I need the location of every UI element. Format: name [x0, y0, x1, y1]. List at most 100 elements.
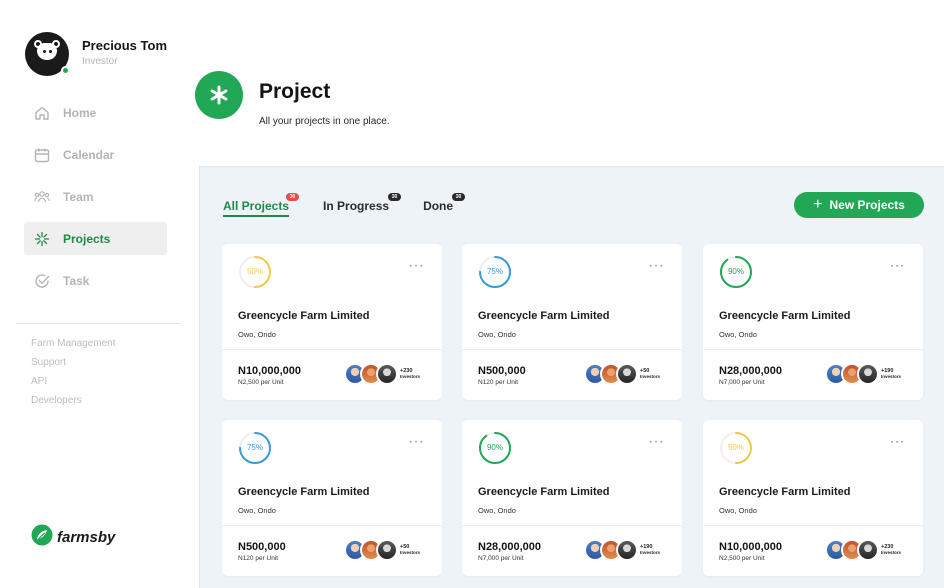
investor-avatars[interactable]: +230 Investors — [825, 539, 901, 561]
home-icon — [33, 104, 51, 122]
tab-in-progress[interactable]: In Progress 30 — [323, 193, 402, 217]
link-farm-management[interactable]: Farm Management — [31, 338, 115, 357]
project-location: Owo, Ondo — [478, 506, 516, 515]
unit-price: N120 per Unit — [478, 379, 519, 386]
more-options-icon[interactable]: ··· — [409, 258, 424, 272]
page-title: Project — [259, 80, 331, 103]
project-name: Greencycle Farm Limited — [238, 310, 370, 322]
sidebar: Precious Tom Investor Home Calendar Team — [0, 0, 190, 588]
sidebar-item-label: Task — [63, 273, 90, 288]
project-card[interactable]: 75% ··· Greencycle Farm Limited Owo, Ondo N5… — [222, 420, 442, 576]
more-options-icon[interactable]: ··· — [890, 258, 905, 272]
calendar-icon — [33, 146, 51, 164]
project-name: Greencycle Farm Limited — [478, 310, 610, 322]
progress-percent: 90% — [486, 443, 503, 452]
progress-ring: 50% — [238, 255, 272, 289]
tab-all-projects[interactable]: All Projects 30 — [223, 193, 300, 217]
progress-ring: 90% — [478, 431, 512, 465]
project-tabs: All Projects 30 In Progress 30 Done 30 — [223, 193, 487, 217]
link-api[interactable]: API — [31, 376, 115, 395]
investor-avatars[interactable]: +190 Investors — [584, 539, 660, 561]
card-divider — [462, 525, 682, 526]
investor-avatars[interactable]: +190 Investors — [825, 363, 901, 385]
task-icon — [33, 272, 51, 290]
project-card[interactable]: 90% ··· Greencycle Farm Limited Owo, Ondo N2… — [462, 420, 682, 576]
project-card[interactable]: 50% ··· Greencycle Farm Limited Owo, Ondo N1… — [222, 244, 442, 400]
sidebar-nav: Home Calendar Team Projects Task — [24, 96, 167, 306]
user-role: Investor — [82, 56, 118, 67]
link-developers[interactable]: Developers — [31, 395, 115, 414]
investor-avatars[interactable]: +50 Investors — [344, 539, 420, 561]
brand-name: farmsby — [57, 529, 116, 546]
online-status-dot — [61, 66, 70, 75]
tab-done[interactable]: Done 30 — [423, 193, 466, 217]
unit-price: N2,500 per Unit — [238, 379, 284, 386]
progress-ring: 75% — [238, 431, 272, 465]
investor-avatars[interactable]: +230 Investors — [344, 363, 420, 385]
project-location: Owo, Ondo — [478, 330, 516, 339]
more-options-icon[interactable]: ··· — [649, 434, 664, 448]
sidebar-item-home[interactable]: Home — [24, 96, 167, 129]
sidebar-item-label: Projects — [63, 231, 111, 246]
sidebar-item-calendar[interactable]: Calendar — [24, 138, 167, 171]
project-card[interactable]: 50% ··· Greencycle Farm Limited Owo, Ondo N1… — [703, 420, 923, 576]
progress-percent: 75% — [486, 267, 503, 276]
sidebar-item-task[interactable]: Task — [24, 264, 167, 297]
project-price: N500,000 — [238, 541, 286, 553]
projects-panel: All Projects 30 In Progress 30 Done 30 +… — [199, 166, 944, 588]
sidebar-item-label: Calendar — [63, 147, 115, 162]
progress-percent: 50% — [246, 267, 263, 276]
project-name: Greencycle Farm Limited — [478, 486, 610, 498]
more-options-icon[interactable]: ··· — [409, 434, 424, 448]
progress-percent: 75% — [246, 443, 263, 452]
sidebar-item-team[interactable]: Team — [24, 180, 167, 213]
avatar — [616, 363, 638, 385]
project-price: N28,000,000 — [478, 541, 541, 553]
card-divider — [703, 525, 923, 526]
investor-label: Investors — [640, 550, 661, 555]
tab-count-badge: 30 — [388, 193, 402, 201]
card-divider — [462, 349, 682, 350]
project-location: Owo, Ondo — [238, 330, 276, 339]
more-options-icon[interactable]: ··· — [890, 434, 905, 448]
team-icon — [33, 188, 51, 206]
avatar[interactable] — [25, 32, 70, 76]
user-name: Precious Tom — [82, 38, 168, 53]
more-options-icon[interactable]: ··· — [649, 258, 664, 272]
project-price: N10,000,000 — [719, 541, 782, 553]
project-price: N10,000,000 — [238, 365, 301, 377]
unit-price: N7,000 per Unit — [719, 379, 765, 386]
investor-avatars[interactable]: +50 Investors — [584, 363, 660, 385]
unit-price: N7,000 per Unit — [478, 555, 524, 562]
avatar — [376, 539, 398, 561]
new-projects-button[interactable]: + New Projects — [794, 192, 924, 218]
project-price: N500,000 — [478, 365, 526, 377]
project-location: Owo, Ondo — [719, 506, 757, 515]
new-projects-label: New Projects — [829, 198, 905, 212]
tab-count-badge: 30 — [286, 193, 300, 201]
project-card[interactable]: 75% ··· Greencycle Farm Limited Owo, Ondo N5… — [462, 244, 682, 400]
progress-percent: 90% — [727, 267, 744, 276]
project-name: Greencycle Farm Limited — [719, 310, 851, 322]
avatar — [616, 539, 638, 561]
user-profile[interactable]: Precious Tom Investor — [25, 32, 167, 76]
farmsby-logo-icon — [31, 524, 53, 551]
brand-logo[interactable]: farmsby — [31, 524, 115, 551]
progress-percent: 50% — [727, 443, 744, 452]
tab-count-badge: 30 — [452, 193, 466, 201]
sidebar-divider — [16, 323, 180, 324]
investor-label: Investors — [640, 374, 661, 379]
progress-ring: 50% — [719, 431, 753, 465]
progress-ring: 75% — [478, 255, 512, 289]
investor-label: Investors — [881, 374, 902, 379]
sidebar-item-projects[interactable]: Projects — [24, 222, 167, 255]
investor-label: Investors — [881, 550, 902, 555]
unit-price: N2,500 per Unit — [719, 555, 765, 562]
avatar — [857, 363, 879, 385]
tab-label: Done — [423, 199, 454, 213]
link-support[interactable]: Support — [31, 357, 115, 376]
card-divider — [222, 349, 442, 350]
project-card[interactable]: 90% ··· Greencycle Farm Limited Owo, Ondo N2… — [703, 244, 923, 400]
project-name: Greencycle Farm Limited — [238, 486, 370, 498]
project-name: Greencycle Farm Limited — [719, 486, 851, 498]
